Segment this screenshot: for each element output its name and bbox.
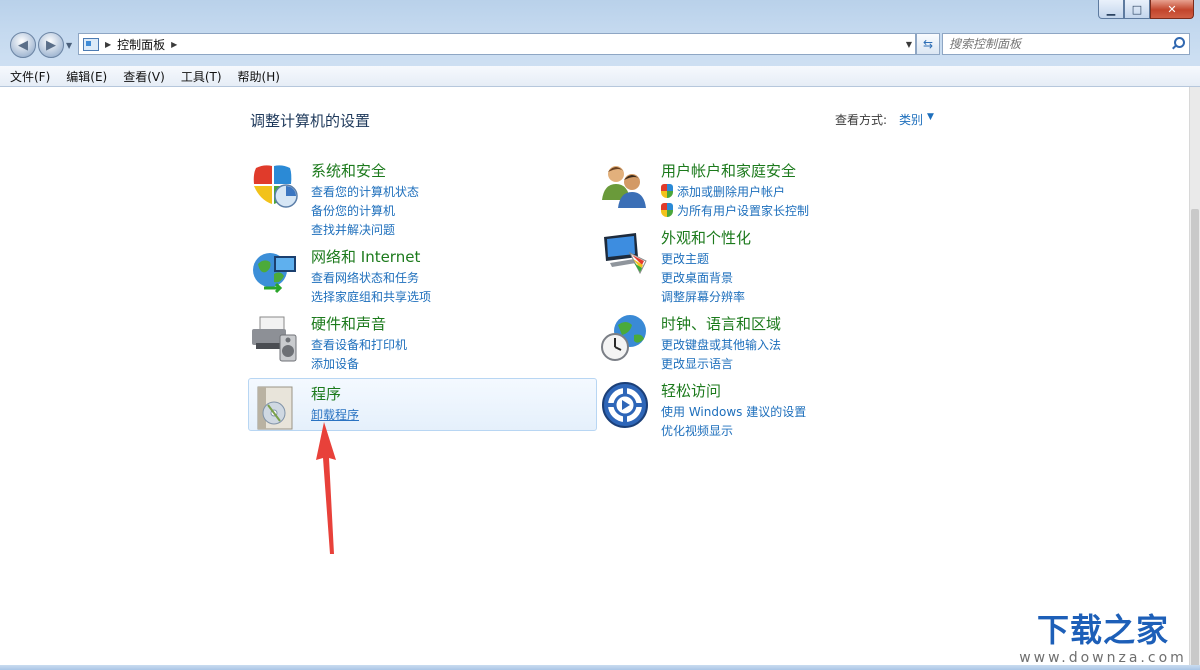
link-label: 为所有用户设置家长控制 [677, 204, 810, 218]
menu-edit[interactable]: 编辑(E) [58, 68, 115, 85]
category-hardware-sound: 硬件和声音 查看设备和打印机 添加设备 [250, 313, 595, 371]
vertical-scrollbar[interactable] [1189, 87, 1200, 669]
link-parental-controls[interactable]: 为所有用户设置家长控制 [661, 201, 809, 220]
caption-buttons: ▁ □ ✕ [1098, 0, 1194, 20]
network-globe-icon [253, 253, 296, 294]
scrollbar-thumb[interactable] [1191, 209, 1199, 669]
category-title[interactable]: 网络和 Internet [311, 246, 420, 267]
link-keyboard-input[interactable]: 更改键盘或其他输入法 [661, 335, 781, 354]
search-box[interactable] [942, 33, 1190, 55]
recent-pages-dropdown-icon[interactable]: ▼ [66, 41, 72, 50]
navigation-bar: ◀ ▶ ▼ ▶ 控制面板 ▶ ▼ ⇆ [8, 32, 1192, 58]
link-view-computer-status[interactable]: 查看您的计算机状态 [311, 182, 419, 201]
category-title[interactable]: 硬件和声音 [311, 313, 386, 334]
link-change-theme[interactable]: 更改主题 [661, 249, 745, 268]
link-backup-computer[interactable]: 备份您的计算机 [311, 201, 419, 220]
back-button[interactable]: ◀ [10, 32, 36, 58]
menu-bar: 文件(F) 编辑(E) 查看(V) 工具(T) 帮助(H) [0, 66, 1200, 87]
category-ease-of-access: 轻松访问 使用 Windows 建议的设置 优化视频显示 [600, 380, 945, 438]
address-bar[interactable]: ▶ 控制面板 ▶ ▼ [78, 33, 916, 55]
link-optimize-video-display[interactable]: 优化视频显示 [661, 421, 806, 440]
breadcrumb-control-panel[interactable]: 控制面板 [117, 36, 165, 53]
minimize-button[interactable]: ▁ [1098, 0, 1124, 19]
link-add-remove-accounts[interactable]: 添加或删除用户帐户 [661, 182, 809, 201]
category-title[interactable]: 程序 [311, 383, 341, 404]
link-add-device[interactable]: 添加设备 [311, 354, 407, 373]
watermark-logo-text: 下载之家 [1036, 611, 1169, 649]
link-screen-resolution[interactable]: 调整屏幕分辨率 [661, 287, 745, 306]
category-title[interactable]: 时钟、语言和区域 [661, 313, 781, 334]
category-title[interactable]: 外观和个性化 [661, 227, 751, 248]
link-homegroup-sharing[interactable]: 选择家庭组和共享选项 [311, 287, 431, 306]
category-user-accounts: 用户帐户和家庭安全 添加或删除用户帐户 为所有用户设置家长控制 [600, 160, 945, 218]
printer-speaker-icon [252, 316, 297, 362]
monitor-palette-icon [604, 233, 647, 275]
link-find-fix-problems[interactable]: 查找并解决问题 [311, 220, 419, 239]
category-title[interactable]: 用户帐户和家庭安全 [661, 160, 796, 181]
menu-tools[interactable]: 工具(T) [173, 68, 230, 85]
category-system-security: 系统和安全 查看您的计算机状态 备份您的计算机 查找并解决问题 [250, 160, 595, 237]
annotation-arrow-icon [316, 422, 336, 554]
refresh-button[interactable]: ⇆ [916, 33, 940, 55]
breadcrumb-separator-icon[interactable]: ▶ [171, 40, 177, 49]
users-icon [602, 166, 646, 208]
watermark: 下载之家 www.downza.com [1018, 610, 1188, 666]
link-view-network-status[interactable]: 查看网络状态和任务 [311, 268, 431, 287]
link-display-language[interactable]: 更改显示语言 [661, 354, 781, 373]
address-dropdown-icon[interactable]: ▼ [906, 40, 912, 49]
menu-help[interactable]: 帮助(H) [230, 68, 288, 85]
link-desktop-background[interactable]: 更改桌面背景 [661, 268, 745, 287]
search-icon[interactable] [1169, 36, 1185, 52]
close-button[interactable]: ✕ [1150, 0, 1194, 19]
watermark-url: www.downza.com [1019, 650, 1187, 666]
clock-globe-icon [601, 315, 646, 361]
ease-of-access-icon [602, 382, 648, 428]
search-input[interactable] [943, 36, 1169, 52]
link-windows-recommended-settings[interactable]: 使用 Windows 建议的设置 [661, 402, 806, 421]
page-title: 调整计算机的设置 [250, 112, 371, 130]
uac-shield-icon [661, 184, 674, 199]
menu-file[interactable]: 文件(F) [0, 68, 58, 85]
category-appearance: 外观和个性化 更改主题 更改桌面背景 调整屏幕分辨率 [600, 227, 945, 304]
maximize-button[interactable]: □ [1124, 0, 1150, 19]
forward-arrow-icon: ▶ [46, 37, 56, 53]
shield-security-icon [253, 165, 298, 208]
category-network-internet: 网络和 Internet 查看网络状态和任务 选择家庭组和共享选项 [250, 246, 595, 304]
chevron-down-icon[interactable]: ▼ [927, 112, 934, 122]
uac-shield-icon [661, 203, 674, 218]
link-devices-printers[interactable]: 查看设备和打印机 [311, 335, 407, 354]
control-panel-icon [83, 37, 99, 51]
link-label: 添加或删除用户帐户 [677, 185, 786, 199]
category-title[interactable]: 系统和安全 [311, 160, 386, 181]
category-programs: 程序 卸载程序 [250, 383, 595, 437]
menu-view[interactable]: 查看(V) [115, 68, 173, 85]
category-title[interactable]: 轻松访问 [661, 380, 721, 401]
view-by-label: 查看方式: [835, 113, 888, 127]
window-bottom-edge [0, 665, 1200, 670]
breadcrumb-separator-icon[interactable]: ▶ [105, 40, 111, 49]
view-by-dropdown[interactable]: 类别 [899, 111, 923, 128]
back-arrow-icon: ◀ [18, 37, 28, 53]
forward-button[interactable]: ▶ [38, 32, 64, 58]
refresh-icon: ⇆ [922, 37, 934, 51]
programs-cd-icon [257, 386, 293, 430]
category-clock-language-region: 时钟、语言和区域 更改键盘或其他输入法 更改显示语言 [600, 313, 945, 371]
